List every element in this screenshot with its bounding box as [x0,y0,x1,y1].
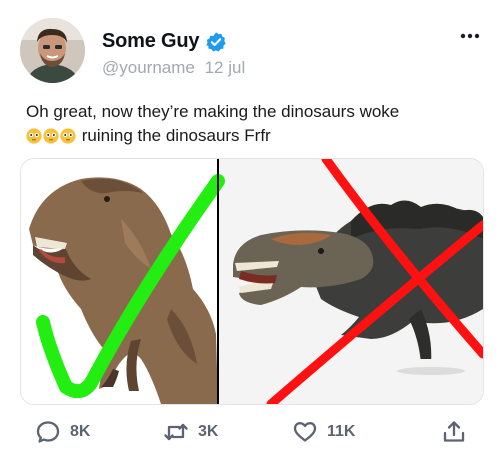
tweet-date[interactable]: 12 jul [205,58,246,77]
tweet-media[interactable] [20,158,484,405]
heart-icon [293,422,317,442]
tweet-text: Oh great, now they’re making the dinosau… [26,100,466,148]
author-name-row: Some Guy [102,30,227,53]
retweet-button[interactable]: 3K [163,415,218,449]
more-options-icon[interactable] [460,28,480,44]
tweet-card: Some Guy @yourname 12 jul Oh great, now … [0,0,500,469]
share-button[interactable] [441,415,467,449]
like-button[interactable]: 11K [292,415,355,449]
handle-row: @yourname 12 jul [102,58,245,78]
reply-icon [36,421,60,443]
avatar[interactable] [20,18,85,83]
tweet-text-line-1: Oh great, now they’re making the dinosau… [26,102,400,121]
verified-badge-icon [206,31,226,52]
media-image [21,159,483,404]
profile-photo [20,18,85,83]
retweet-count: 3K [198,423,219,440]
flushed-face-emoji-icon [60,128,76,144]
retweet-icon [164,423,188,441]
reply-count: 8K [70,423,91,440]
divider-line [217,159,219,404]
like-count: 11K [327,423,356,440]
display-name[interactable]: Some Guy [102,30,200,53]
handle[interactable]: @yourname [102,58,195,77]
reply-button[interactable]: 8K [35,415,90,449]
flushed-face-emoji-icon [43,128,59,144]
tweet-text-line-2-text: ruining the dinosaurs Frfr [81,126,271,145]
action-bar: 8K 3K 11K [0,415,500,449]
share-icon [443,421,465,442]
flushed-face-emoji-icon [26,128,42,144]
tweet-text-line-2: ruining the dinosaurs Frfr [26,124,466,148]
